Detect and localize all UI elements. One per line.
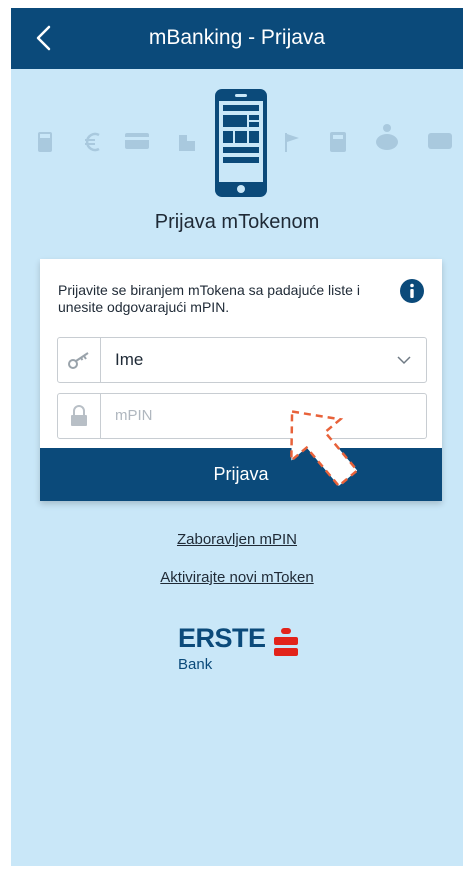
piggy-bank-icon [376, 124, 398, 150]
smartphone-icon [215, 89, 267, 197]
logo-name: ERSTE [178, 623, 266, 653]
flag-icon [285, 133, 299, 152]
login-card: Prijavite se biranjem mTokena sa padajuć… [40, 259, 442, 501]
activate-mtoken-link[interactable]: Aktivirajte novi mToken [11, 569, 463, 586]
section-title: Prijava mTokenom [154, 211, 320, 233]
chevron-down-icon [397, 356, 411, 365]
mtoken-select-value: Ime [115, 350, 144, 369]
euro-icon [85, 132, 100, 152]
login-button[interactable]: Prijava [40, 448, 442, 501]
key-icon [68, 352, 89, 369]
illustration [11, 88, 463, 198]
lock-icon [71, 405, 87, 426]
forgot-mpin-link[interactable]: Zaboravljen mPIN [11, 531, 463, 548]
page-title: mBanking - Prijava [148, 26, 326, 49]
wallet-icon [428, 133, 452, 149]
erste-s-logo-icon [274, 628, 298, 656]
app-screen: mBanking - Prijava Prijava mTokenom Prij… [11, 8, 463, 866]
erste-bank-logo: ERSTE Bank [178, 623, 298, 673]
card-icon [125, 133, 149, 149]
coins-icon [179, 135, 195, 151]
lock-icon-box [58, 394, 101, 438]
mtoken-select[interactable]: Ime [57, 337, 427, 383]
mpin-field[interactable]: mPIN [57, 393, 427, 439]
calculator-icon [38, 132, 52, 152]
calculator-icon [330, 132, 346, 152]
mpin-placeholder: mPIN [115, 407, 153, 424]
top-bar: mBanking - Prijava [11, 8, 463, 69]
logo-sub: Bank [178, 656, 213, 673]
info-icon[interactable] [399, 278, 425, 304]
key-icon-box [58, 338, 101, 382]
instruction-text: Prijavite se biranjem mTokena sa padajuć… [58, 282, 360, 315]
